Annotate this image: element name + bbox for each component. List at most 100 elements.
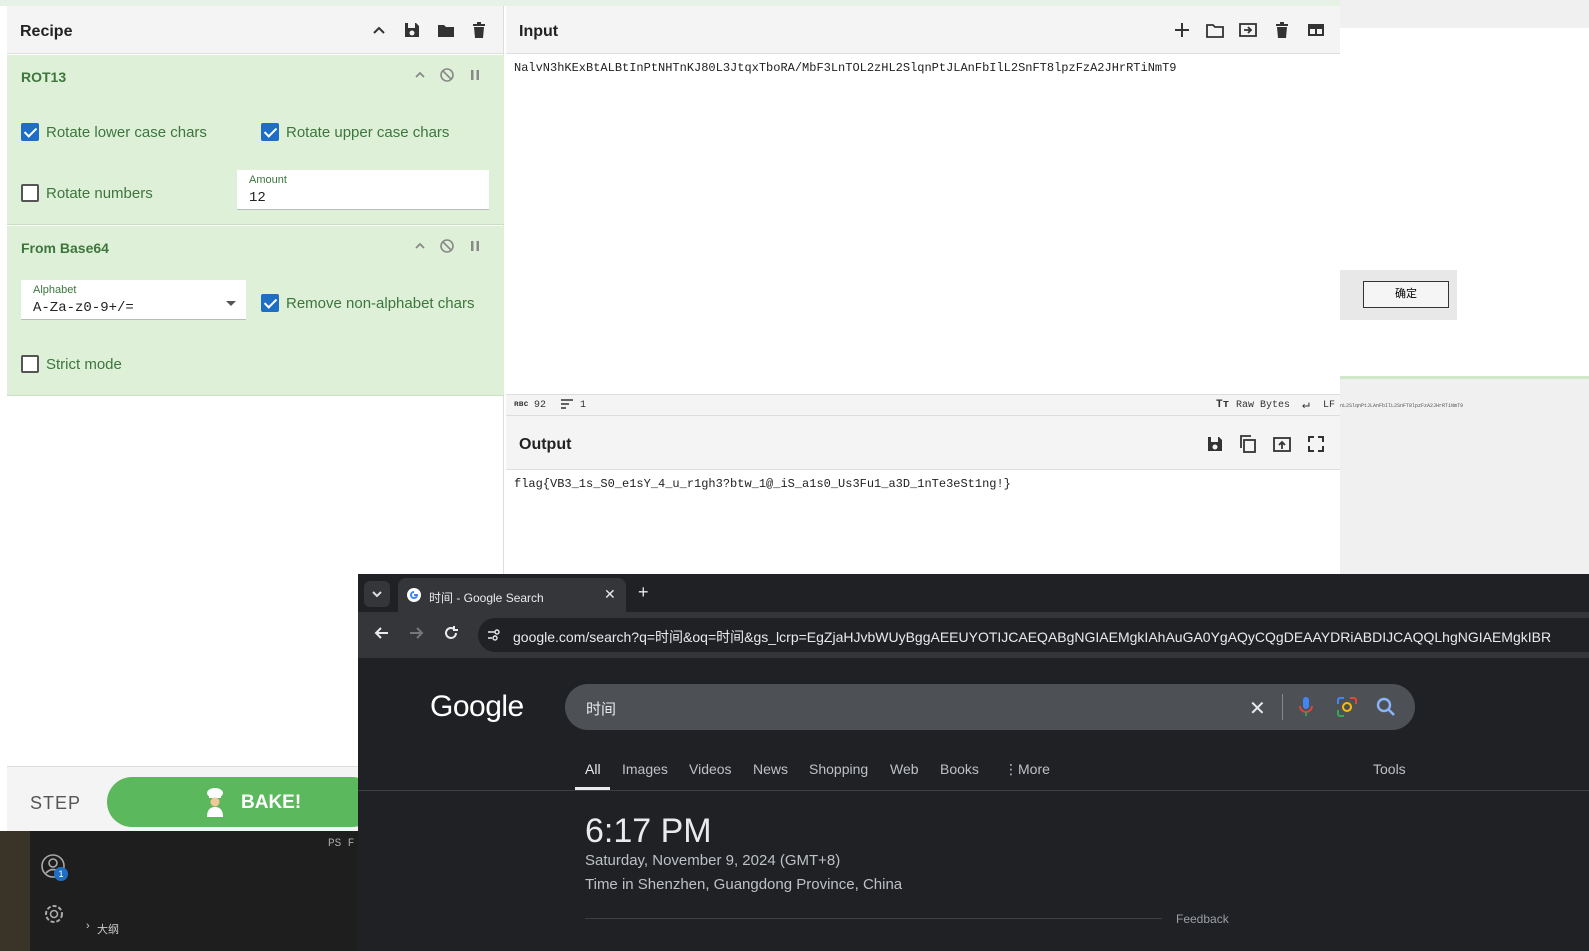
tab-shopping[interactable]: Shopping <box>809 761 868 777</box>
output-title: Output <box>519 436 572 453</box>
trash-icon[interactable] <box>1272 20 1292 40</box>
lens-icon[interactable] <box>1336 696 1358 723</box>
amount-value: 12 <box>249 190 266 206</box>
tab-web[interactable]: Web <box>890 761 919 777</box>
microphone-icon[interactable] <box>1296 696 1316 723</box>
copy-icon[interactable] <box>1238 434 1258 454</box>
alphabet-select[interactable]: Alphabet A-Za-z0-9+/= <box>21 280 246 320</box>
editor-fragment: 1 PS F › 大纲 <box>0 831 358 951</box>
format-label[interactable]: Raw Bytes <box>1236 400 1290 411</box>
chevron-up-icon[interactable] <box>412 67 428 83</box>
google-results-page: Google 时间 ✕ All Images Videos News Shopp… <box>358 658 1589 951</box>
chrome-toolbar: google.com/search?q=时间&oq=时间&gs_lcrp=EgZ… <box>358 612 1589 658</box>
ok-button[interactable]: 确定 <box>1363 281 1449 308</box>
rotate-lower-checkbox[interactable] <box>21 123 39 141</box>
tools-button[interactable]: Tools <box>1373 761 1406 777</box>
outline-label[interactable]: 大纲 <box>97 921 119 937</box>
divider <box>358 790 1589 791</box>
eol-icon[interactable]: ↵ <box>1302 397 1310 412</box>
disable-icon[interactable] <box>439 67 455 83</box>
time-display: 6:17 PM <box>585 812 712 850</box>
open-folder-icon[interactable] <box>1205 20 1225 40</box>
gear-icon[interactable] <box>41 901 67 932</box>
clear-search-icon[interactable]: ✕ <box>1249 696 1266 721</box>
chevron-up-icon[interactable] <box>369 20 389 40</box>
save-icon[interactable] <box>402 20 422 40</box>
back-icon[interactable] <box>372 623 392 648</box>
input-header: Input <box>506 6 1340 54</box>
tab-books[interactable]: Books <box>940 761 979 777</box>
tab-title: 时间 - Google Search <box>429 591 544 605</box>
rotate-lower-label: Rotate lower case chars <box>46 124 207 141</box>
op-from-base64-title: From Base64 <box>21 240 109 256</box>
editor-text: PS F <box>328 838 355 850</box>
rotate-upper-checkbox[interactable] <box>261 123 279 141</box>
date-display: Saturday, November 9, 2024 (GMT+8) <box>585 852 841 869</box>
forward-icon[interactable] <box>406 623 426 648</box>
dropdown-arrow-icon <box>226 294 236 312</box>
strict-mode-label: Strict mode <box>46 356 122 373</box>
remove-nonalpha-label: Remove non-alphabet chars <box>286 295 475 312</box>
disable-icon[interactable] <box>439 238 455 254</box>
tab-images[interactable]: Images <box>622 761 668 777</box>
close-icon[interactable]: ✕ <box>604 586 616 603</box>
char-count-icon: ʀʙᴄ <box>514 400 529 409</box>
input-textarea[interactable]: NalvN3hKExBtALBtInPtNHTnKJ80L3JtqxTboRA/… <box>506 54 1340 394</box>
account-badge: 1 <box>54 867 68 881</box>
save-icon[interactable] <box>1205 434 1225 454</box>
tab-search-button[interactable] <box>364 581 390 607</box>
text-format-icon[interactable]: Tт <box>1216 399 1229 411</box>
alphabet-label: Alphabet <box>33 284 77 296</box>
step-button[interactable]: STEP <box>30 793 81 814</box>
trash-icon[interactable] <box>469 20 489 40</box>
folder-icon[interactable] <box>436 20 456 40</box>
input-title: Input <box>519 23 559 40</box>
url-host: google.com <box>513 629 586 645</box>
replace-input-icon[interactable] <box>1272 434 1292 454</box>
recipe-header: Recipe <box>7 6 503 54</box>
remove-nonalpha-checkbox[interactable] <box>261 294 279 312</box>
chrome-window: 时间 - Google Search ✕ + google.com/search… <box>358 574 1589 951</box>
output-header: Output <box>506 416 1340 470</box>
google-logo[interactable]: Google <box>430 690 524 724</box>
chevron-up-icon[interactable] <box>412 238 428 254</box>
wallpaper-strip <box>0 831 30 951</box>
chevron-right-icon[interactable]: › <box>86 920 90 932</box>
rotate-numbers-label: Rotate numbers <box>46 185 153 202</box>
char-count: 92 <box>534 400 547 411</box>
rotate-numbers-checkbox[interactable] <box>21 184 39 202</box>
tab-more[interactable]: More <box>1018 761 1050 777</box>
pause-icon[interactable] <box>467 238 483 254</box>
location-display: Time in Shenzhen, Guangdong Province, Ch… <box>585 876 903 893</box>
new-tab-icon[interactable]: + <box>638 582 649 603</box>
bake-button[interactable]: BAKE! <box>107 777 377 827</box>
open-file-icon[interactable] <box>1238 20 1258 40</box>
eol-label[interactable]: LF <box>1323 400 1335 411</box>
op-rot13-title: ROT13 <box>21 69 67 85</box>
strict-mode-checkbox[interactable] <box>21 355 39 373</box>
active-tab[interactable]: 时间 - Google Search ✕ <box>398 578 626 612</box>
more-dots-icon[interactable]: ⋮ <box>1004 761 1018 778</box>
op-from-base64[interactable]: From Base64 Alphabet A-Za-z0-9+/= Remove… <box>7 226 504 396</box>
layout-icon[interactable] <box>1306 20 1326 40</box>
add-tab-icon[interactable] <box>1172 20 1192 40</box>
pause-icon[interactable] <box>467 67 483 83</box>
amount-field[interactable]: Amount 12 <box>237 170 489 210</box>
maximise-icon[interactable] <box>1306 434 1326 454</box>
tab-news[interactable]: News <box>753 761 788 777</box>
feedback-link[interactable]: Feedback <box>1176 912 1229 926</box>
search-box[interactable]: 时间 ✕ <box>565 684 1415 730</box>
search-icon[interactable] <box>1375 696 1397 723</box>
tab-videos[interactable]: Videos <box>689 761 732 777</box>
tab-all[interactable]: All <box>585 761 601 777</box>
address-bar[interactable]: google.com/search?q=时间&oq=时间&gs_lcrp=EgZ… <box>478 618 1589 652</box>
alphabet-value: A-Za-z0-9+/= <box>33 300 134 316</box>
reload-icon[interactable] <box>441 623 461 648</box>
site-info-icon[interactable] <box>486 627 502 648</box>
url-path: /search?q=时间&oq=时间&gs_lcrp=EgZjaHJvbWUyB… <box>585 629 1552 645</box>
google-favicon-icon <box>406 587 422 608</box>
search-query: 时间 <box>586 701 617 718</box>
op-rot13[interactable]: ROT13 Rotate lower case chars Rotate upp… <box>7 55 504 225</box>
rotate-upper-label: Rotate upper case chars <box>286 124 450 141</box>
bake-label: BAKE! <box>241 792 302 813</box>
